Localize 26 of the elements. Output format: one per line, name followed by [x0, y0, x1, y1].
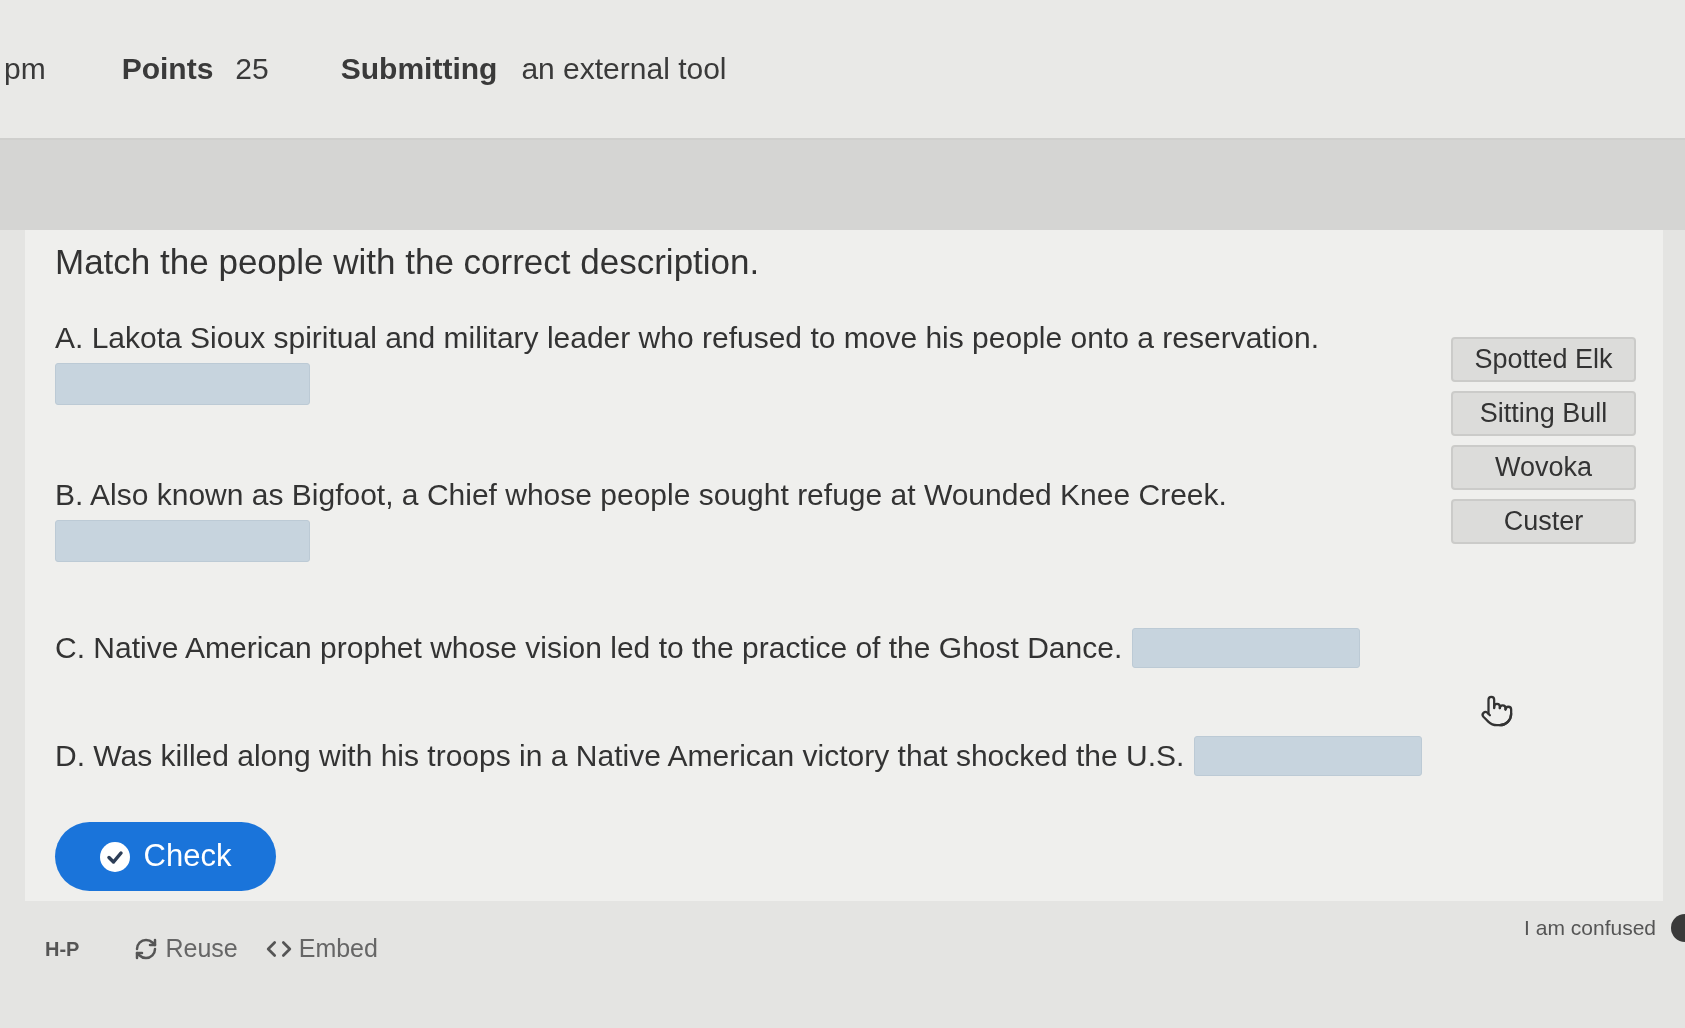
points-label: Points [121, 50, 214, 87]
points-value: 25 [235, 50, 269, 87]
answer-box[interactable] [1194, 736, 1423, 776]
check-circle-icon [99, 841, 130, 872]
draggable-word[interactable]: Spotted Elk [1451, 337, 1636, 382]
answer-box[interactable] [1132, 628, 1361, 668]
submitting-value: an external tool [521, 50, 727, 87]
draggable-word[interactable]: Custer [1451, 499, 1636, 544]
question-text: A. Lakota Sioux spiritual and military leader who refused to move his people onto a reservation. [55, 320, 1321, 356]
reuse-button[interactable]: Reuse [134, 930, 238, 968]
embed-button[interactable]: Embed [265, 930, 378, 968]
question-title: Match the people with the correct description. [55, 242, 761, 282]
hand-pointer-icon [1480, 694, 1514, 728]
submitting-label: Submitting [340, 50, 498, 87]
question-text: B. Also known as Bigfoot, a Chief whose people sought refuge at Wounded Knee Creek. [55, 477, 1228, 513]
question-text: C. Native American prophet whose vision led to the practice of the Ghost Dance. [55, 630, 1123, 666]
answer-box[interactable] [55, 363, 310, 405]
refresh-icon [134, 937, 159, 961]
question-text: D. Was killed along with his troops in a Native American victory that shocked the U.S. [55, 738, 1185, 774]
draggable-word[interactable]: Sitting Bull [1451, 391, 1636, 436]
answer-box[interactable] [55, 520, 310, 562]
h5p-logo: H-P [45, 937, 80, 962]
due-time: pm [4, 50, 46, 87]
draggable-word[interactable]: Wovoka [1451, 445, 1636, 490]
check-button[interactable]: Check [55, 822, 276, 891]
feedback-link[interactable]: I am confused [1524, 912, 1656, 944]
